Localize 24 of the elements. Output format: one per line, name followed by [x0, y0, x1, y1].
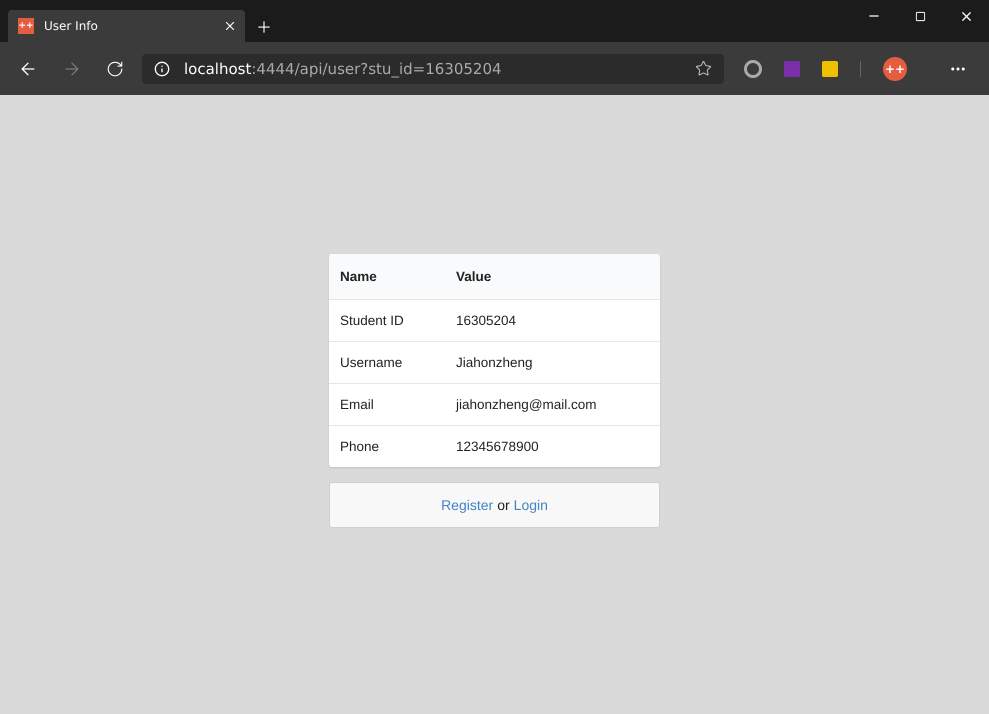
column-header: Value: [456, 269, 492, 284]
table-cell-text: Student ID: [340, 313, 405, 328]
register-link[interactable]: Register: [441, 497, 494, 513]
favorite-star-icon[interactable]: [695, 60, 712, 77]
table-cell-text: Email: [340, 397, 375, 412]
table-cell-text: Jiahonzheng: [456, 355, 534, 370]
tab-favicon: ++: [18, 18, 34, 34]
table-cell-text: Username: [340, 355, 404, 370]
browser-tab[interactable]: ++ User Info: [8, 10, 245, 42]
ring-icon[interactable]: [744, 60, 762, 78]
address-bar[interactable]: localhost:4444/api/user?stu_id=16305204: [142, 54, 724, 84]
extension-icon[interactable]: [822, 60, 838, 76]
column-header: Name: [340, 269, 378, 284]
table-cell-text: 12345678900: [456, 439, 540, 454]
table-cell-text: jiahonzheng@mail.com: [456, 397, 598, 412]
tab-title: User Info: [44, 19, 99, 33]
table-cell-text: Phone: [340, 439, 380, 454]
profile-avatar[interactable]: ++: [883, 56, 907, 80]
info-icon: [154, 60, 170, 76]
refresh-icon[interactable]: [106, 60, 124, 78]
close-tab-icon[interactable]: [223, 19, 237, 33]
table-cell-text: 16305204: [456, 313, 518, 328]
separator-text: or: [497, 497, 510, 513]
login-link[interactable]: Login: [514, 497, 548, 513]
